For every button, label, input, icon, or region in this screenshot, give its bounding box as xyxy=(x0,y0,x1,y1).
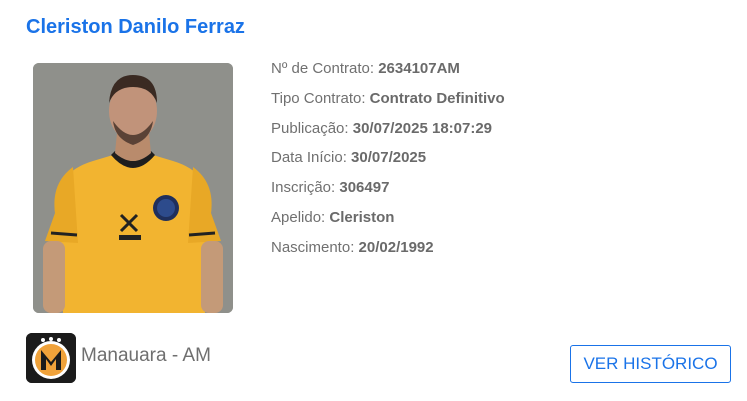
club-crest-icon xyxy=(26,333,76,383)
detail-contract-type: Tipo Contrato: Contrato Definitivo xyxy=(271,89,505,107)
contract-details: Nº de Contrato: 2634107AM Tipo Contrato:… xyxy=(271,59,505,268)
player-photo-illustration xyxy=(33,63,233,313)
detail-nickname: Apelido: Cleriston xyxy=(271,208,395,226)
player-photo xyxy=(33,63,233,313)
detail-publication: Publicação: 30/07/2025 18:07:29 xyxy=(271,119,493,137)
detail-registration: Inscrição: 306497 xyxy=(271,179,390,197)
detail-birth-date: Nascimento: 20/02/1992 xyxy=(271,238,434,256)
club-logo xyxy=(26,333,76,383)
detail-contract-number: Nº de Contrato: 2634107AM xyxy=(271,60,460,77)
club-name: Manauara - AM xyxy=(81,345,211,366)
player-name: Cleriston Danilo Ferraz xyxy=(26,16,245,38)
view-history-button[interactable]: VER HISTÓRICO xyxy=(570,345,731,383)
detail-start-date: Data Início: 30/07/2025 xyxy=(271,149,427,167)
